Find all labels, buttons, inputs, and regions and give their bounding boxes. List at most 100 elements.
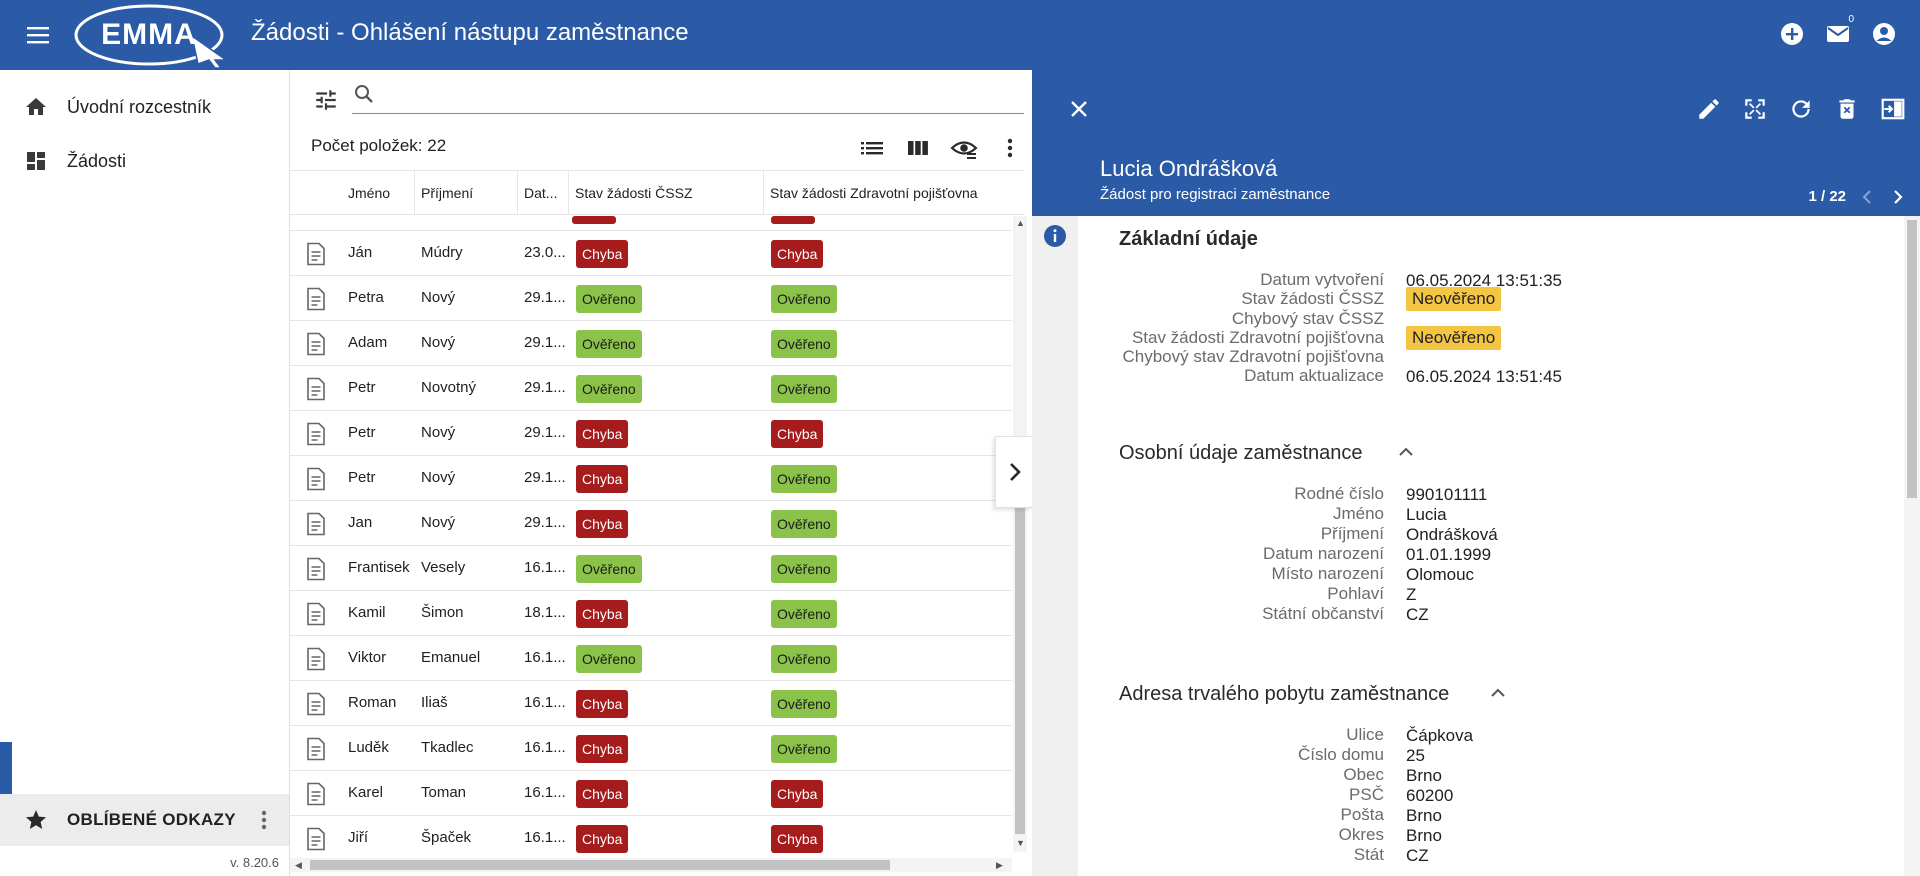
cell-last-name: Nový bbox=[421, 424, 456, 441]
document-icon[interactable] bbox=[305, 332, 327, 356]
table-row[interactable]: Kamil Šimon 18.1... Chyba Ověřeno bbox=[290, 591, 1012, 636]
status-chip-cssz: Chyba bbox=[576, 825, 629, 853]
document-icon[interactable] bbox=[305, 647, 327, 671]
table-row[interactable]: Viktor Emanuel 16.1... Ověřeno Ověřeno bbox=[290, 636, 1012, 681]
scrollbar-thumb[interactable] bbox=[310, 860, 890, 870]
visibility-settings-icon[interactable] bbox=[950, 134, 978, 162]
document-icon[interactable] bbox=[305, 512, 327, 536]
fullscreen-icon[interactable] bbox=[1742, 96, 1768, 122]
chevron-left-icon[interactable] bbox=[1860, 189, 1876, 205]
document-icon[interactable] bbox=[305, 692, 327, 716]
detail-side-rail bbox=[1032, 216, 1078, 876]
sidebar-item-home[interactable]: Úvodní rozcestník bbox=[0, 80, 289, 134]
column-header-stav-zp[interactable]: Stav žádosti Zdravotní pojišťovna bbox=[763, 171, 1024, 215]
cell-date: 16.1... bbox=[524, 694, 566, 711]
more-vert-icon[interactable] bbox=[996, 134, 1024, 162]
columns-icon[interactable] bbox=[904, 134, 932, 162]
scrollbar-thumb[interactable] bbox=[1015, 474, 1025, 834]
table-row[interactable]: Roman Iliaš 16.1... Chyba Ověřeno bbox=[290, 681, 1012, 726]
section-title: Adresa trvalého pobytu zaměstnance bbox=[1119, 683, 1450, 705]
detail-body: Základní údaje Datum vytvoření 06.05.2024 … bbox=[1078, 216, 1904, 876]
table-row[interactable]: Jan Nový 29.1... Chyba Ověřeno bbox=[290, 501, 1012, 546]
scroll-left-arrow[interactable]: ◀ bbox=[295, 860, 302, 871]
status-chip-zp: Ověřeno bbox=[771, 330, 837, 358]
list-view-icon[interactable] bbox=[858, 134, 886, 162]
table-row[interactable]: Jiří Špaček 16.1... Chyba Chyba bbox=[290, 816, 1012, 858]
cell-first-name: Petra bbox=[348, 289, 384, 306]
cell-first-name: Luděk bbox=[348, 739, 389, 756]
chevron-right-icon[interactable] bbox=[1890, 189, 1906, 205]
close-icon[interactable] bbox=[1066, 96, 1092, 122]
sidebar: Úvodní rozcestník Žádosti OBLÍBENÉ ODKAZ… bbox=[0, 70, 289, 876]
panel-toggle-button[interactable] bbox=[995, 436, 1033, 508]
table-row[interactable]: Ján Múdry 23.0... Chyba Chyba bbox=[290, 231, 1012, 276]
split-view-icon[interactable] bbox=[1880, 96, 1906, 122]
document-icon[interactable] bbox=[305, 422, 327, 446]
cell-date: 16.1... bbox=[524, 739, 566, 756]
chevron-up-icon[interactable] bbox=[1396, 442, 1416, 462]
status-chip-cssz: Chyba bbox=[576, 420, 629, 448]
menu-icon[interactable] bbox=[26, 23, 52, 47]
cell-first-name: Roman bbox=[348, 694, 397, 711]
cell-first-name: Kamil bbox=[348, 604, 386, 621]
document-icon[interactable] bbox=[305, 602, 327, 626]
document-icon[interactable] bbox=[305, 827, 327, 851]
column-header-datum[interactable]: Dat... bbox=[517, 171, 568, 215]
scroll-down-arrow[interactable]: ▼ bbox=[1016, 838, 1025, 848]
table-row[interactable]: Adam Nový 29.1... Ověřeno Ověřeno bbox=[290, 321, 1012, 366]
edit-icon[interactable] bbox=[1696, 96, 1722, 122]
account-icon[interactable] bbox=[1870, 20, 1898, 48]
info-icon[interactable] bbox=[1043, 224, 1067, 248]
field-label: Stát bbox=[1353, 845, 1384, 864]
detail-scrollbar[interactable] bbox=[1904, 216, 1920, 876]
sidebar-item-zadosti[interactable]: Žádosti bbox=[0, 134, 289, 188]
document-icon[interactable] bbox=[305, 557, 327, 581]
status-chip-cssz: Chyba bbox=[576, 735, 629, 763]
detail-panel: Lucia Ondrášková Žádost pro registraci z… bbox=[1032, 70, 1920, 876]
document-icon[interactable] bbox=[305, 377, 327, 401]
column-header-prijmeni[interactable]: Příjmení bbox=[414, 171, 517, 215]
scrollbar-thumb[interactable] bbox=[1907, 220, 1917, 498]
top-actions: 0 bbox=[1778, 14, 1898, 48]
field-label: Chybový stav Zdravotní pojišťovna bbox=[1122, 347, 1385, 366]
home-icon bbox=[24, 95, 48, 119]
refresh-icon[interactable] bbox=[1788, 96, 1814, 122]
delete-icon[interactable] bbox=[1834, 96, 1860, 122]
table-row[interactable]: Frantisek Vesely 16.1... Ověřeno Ověřeno bbox=[290, 546, 1012, 591]
status-chip-zp: Ověřeno bbox=[771, 555, 837, 583]
status-chip-cssz: Chyba bbox=[576, 690, 629, 718]
status-chip-cssz: Chyba bbox=[576, 240, 629, 268]
filter-settings-icon[interactable] bbox=[313, 87, 339, 113]
table-row[interactable]: Petr Novotný 29.1... Ověřeno Ověřeno bbox=[290, 366, 1012, 411]
field-label: Pohlaví bbox=[1327, 584, 1384, 603]
cell-date: 29.1... bbox=[524, 334, 566, 351]
document-icon[interactable] bbox=[305, 782, 327, 806]
column-header-stav-cssz[interactable]: Stav žádosti ČSSZ bbox=[568, 171, 763, 215]
favorites-bar[interactable]: OBLÍBENÉ ODKAZY bbox=[0, 794, 289, 846]
emma-logo[interactable]: EMMA bbox=[74, 2, 234, 68]
table-row[interactable]: Petr Nový 29.1... Chyba Ověřeno bbox=[290, 456, 1012, 501]
status-chip-zp: Ověřeno bbox=[771, 510, 837, 538]
status-chip-zp: Ověřeno bbox=[771, 375, 837, 403]
table-vertical-scrollbar[interactable]: ▲ ▼ bbox=[1013, 216, 1027, 852]
document-icon[interactable] bbox=[305, 287, 327, 311]
search-input[interactable] bbox=[384, 80, 1014, 110]
document-icon[interactable] bbox=[305, 242, 327, 266]
cell-last-name: Vesely bbox=[421, 559, 466, 576]
status-badge: Neověřeno bbox=[1406, 326, 1502, 350]
table-row[interactable]: Petr Nový 29.1... Chyba Chyba bbox=[290, 411, 1012, 456]
table-row[interactable]: Luděk Tkadlec 16.1... Chyba Ověřeno bbox=[290, 726, 1012, 771]
mail-icon[interactable]: 0 bbox=[1824, 14, 1854, 48]
chevron-up-icon[interactable] bbox=[1488, 683, 1508, 703]
document-icon[interactable] bbox=[305, 467, 327, 491]
add-icon[interactable] bbox=[1778, 20, 1806, 48]
table-row[interactable]: Petra Nový 29.1... Ověřeno Ověřeno bbox=[290, 276, 1012, 321]
scroll-right-arrow[interactable]: ▶ bbox=[996, 860, 1003, 871]
column-header-jmeno[interactable]: Jméno bbox=[342, 171, 414, 215]
more-vert-icon[interactable] bbox=[254, 808, 274, 832]
document-icon[interactable] bbox=[305, 737, 327, 761]
field-label: Okres bbox=[1338, 825, 1384, 844]
table-row[interactable]: Karel Toman 16.1... Chyba Chyba bbox=[290, 771, 1012, 816]
scroll-up-arrow[interactable]: ▲ bbox=[1016, 218, 1025, 228]
table-horizontal-scrollbar[interactable]: ◀ ▶ bbox=[290, 858, 1012, 872]
